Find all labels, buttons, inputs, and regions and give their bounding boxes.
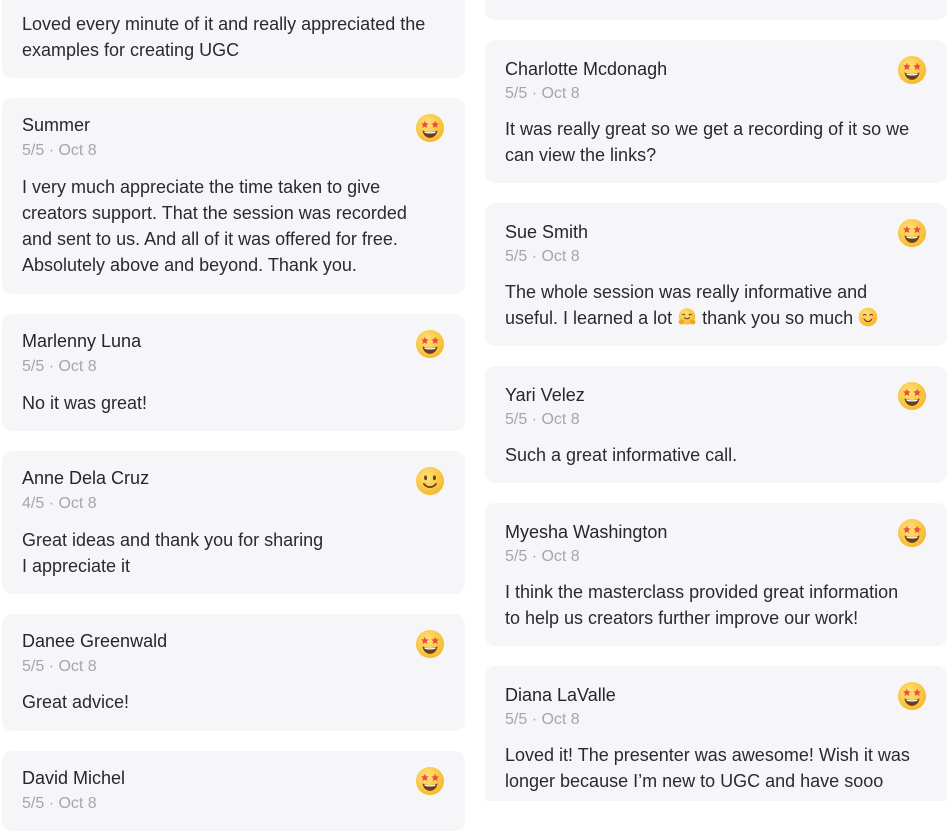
review-text: Loved every minute of it and really appr… (22, 14, 426, 60)
reviewer-name: Marlenny Luna (22, 331, 142, 351)
reviewer-name: Yari Velez (505, 385, 585, 405)
star-struck-icon (415, 329, 445, 359)
review-text: Great ideas and thank you for sharing I … (22, 530, 324, 576)
review-meta: 5/5 · Oct 8 (22, 795, 97, 812)
review-text: Loved it! The presenter was awesome! Wis… (505, 745, 910, 791)
star-struck-icon (415, 629, 445, 659)
review-meta: 5/5 · Oct 8 (22, 358, 97, 375)
review-meta: 5/5 · Oct 8 (22, 142, 97, 159)
reviewer-name: Myesha Washington (505, 522, 668, 542)
star-struck-icon (897, 55, 927, 85)
review-text: Great advice! (22, 692, 130, 712)
reviewer-name: Summer (22, 115, 91, 135)
review-card-charlotte-mcdonagh: Charlotte Mcdonagh 5/5 · Oct 8 It was re… (485, 40, 947, 183)
slightly-smiling-face-icon (415, 466, 445, 496)
review-card-summer: Summer 5/5 · Oct 8 I very much appreciat… (2, 98, 465, 294)
review-text: No it was great! (22, 393, 148, 413)
review-card-myesha-washington: Myesha Washington 5/5 · Oct 8 I think th… (485, 503, 947, 646)
smiling-face-with-smiling-eyes-icon (858, 307, 878, 327)
review-text: The whole session was really informative… (505, 279, 878, 331)
reviewer-name: Charlotte Mcdonagh (505, 59, 668, 79)
review-card-sue-smith: Sue Smith 5/5 · Oct 8 The whole session … (485, 203, 947, 346)
star-struck-icon (897, 218, 927, 248)
review-card-danee-greenwald: Danee Greenwald 5/5 · Oct 8 Great advice… (2, 614, 465, 731)
review-meta: 5/5 · Oct 8 (505, 85, 580, 102)
reviewer-name: David Michel (22, 768, 126, 788)
hugging-face-icon (677, 307, 697, 327)
review-card-yari-velez: Yari Velez 5/5 · Oct 8 Such a great info… (485, 366, 947, 483)
reviewer-name: Anne Dela Cruz (22, 468, 150, 488)
star-struck-icon (897, 681, 927, 711)
review-text: I think the masterclass provided great i… (505, 582, 899, 628)
reviewer-name: Diana LaValle (505, 685, 616, 705)
star-struck-icon (415, 113, 445, 143)
review-meta: 5/5 · Oct 8 (505, 711, 580, 728)
reviewer-name: Danee Greenwald (22, 631, 168, 651)
review-card-left-0: Loved every minute of it and really appr… (2, 0, 465, 78)
review-card-anne-dela-cruz: Anne Dela Cruz 4/5 · Oct 8 Great ideas a… (2, 451, 465, 594)
review-text: It was really great so we get a recordin… (505, 119, 910, 165)
review-meta: 5/5 · Oct 8 (505, 411, 580, 428)
review-text: Such a great informative call. (505, 445, 738, 465)
review-meta: 4/5 · Oct 8 (22, 495, 97, 512)
review-meta: 5/5 · Oct 8 (505, 548, 580, 565)
star-struck-icon (897, 381, 927, 411)
review-meta: 5/5 · Oct 8 (505, 248, 580, 265)
review-meta: 5/5 · Oct 8 (22, 658, 97, 675)
reviewer-name: Sue Smith (505, 222, 589, 242)
review-card-marlenny-luna: Marlenny Luna 5/5 · Oct 8 No it was grea… (2, 314, 465, 431)
review-text: I very much appreciate the time taken to… (22, 177, 407, 275)
review-card-diana-lavalle: Diana LaValle 5/5 · Oct 8 Loved it! The … (485, 666, 947, 801)
star-struck-icon (897, 518, 927, 548)
review-card-david-michel: David Michel 5/5 · Oct 8 (2, 751, 465, 831)
star-struck-icon (415, 766, 445, 796)
review-card-right-top-partial (485, 0, 947, 20)
